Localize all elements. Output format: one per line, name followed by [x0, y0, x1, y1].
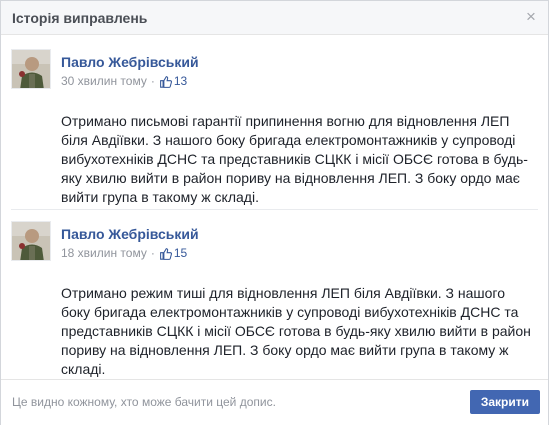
post-meta: 18 хвилин тому · 15 [61, 246, 187, 260]
author-name[interactable]: Павло Жебрівський [61, 54, 199, 70]
close-icon[interactable]: × [524, 8, 538, 25]
like-count[interactable]: 13 [174, 74, 187, 88]
separator: · [150, 74, 155, 88]
edit-history-dialog: Історія виправлень × Павло Жебрівський 3… [0, 0, 549, 425]
history-list: Павло Жебрівський 30 хвилин тому · 13 От… [1, 36, 548, 379]
close-button[interactable]: Закрити [469, 390, 540, 414]
post-text: Отримано режим тиші для відновлення ЛЕП … [61, 285, 531, 377]
post-meta: 30 хвилин тому · 13 [61, 74, 187, 88]
like-icon [159, 247, 172, 260]
like-icon [159, 75, 172, 88]
dialog-footer: Це видно кожному, хто може бачити цей до… [1, 379, 548, 425]
like-count[interactable]: 15 [174, 246, 187, 260]
history-entry: Павло Жебрівський 30 хвилин тому · 13 От… [11, 44, 538, 210]
timestamp[interactable]: 30 хвилин тому [61, 74, 147, 88]
separator: · [150, 246, 155, 260]
dialog-header: Історія виправлень × [1, 1, 548, 35]
avatar[interactable] [11, 221, 51, 261]
avatar[interactable] [11, 49, 51, 89]
timestamp[interactable]: 18 хвилин тому [61, 246, 147, 260]
dialog-title: Історія виправлень [12, 10, 148, 26]
post-text: Отримано письмові гарантії припинення во… [61, 113, 528, 205]
author-name[interactable]: Павло Жебрівський [61, 226, 199, 242]
audience-note: Це видно кожному, хто може бачити цей до… [12, 395, 276, 409]
history-entry: Павло Жебрівський 18 хвилин тому · 15 От… [11, 216, 538, 379]
